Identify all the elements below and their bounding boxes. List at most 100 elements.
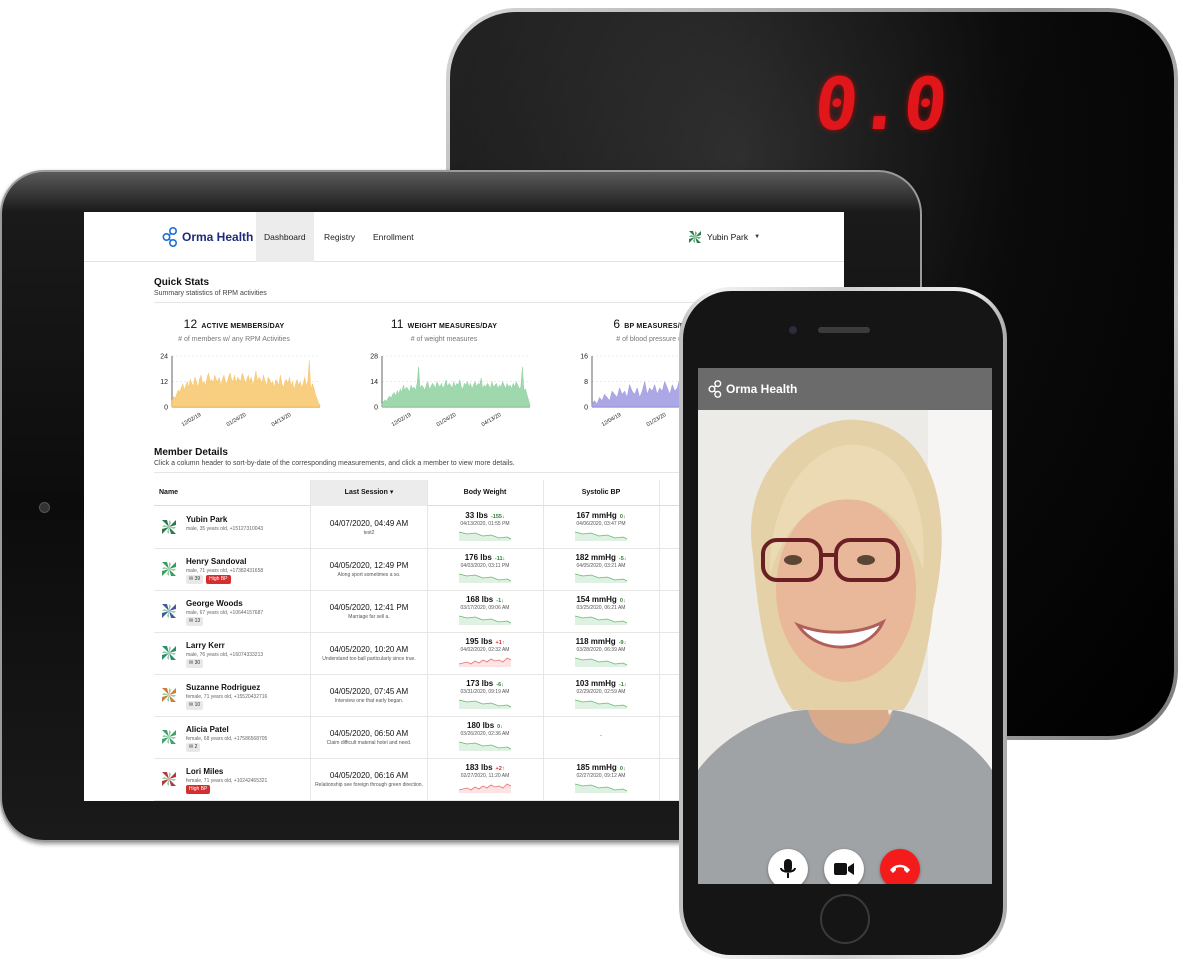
microphone-icon [780,859,796,878]
y-tick-label: 28 [370,354,378,361]
tab-dashboard[interactable]: Dashboard [256,212,314,262]
weight-reading: 180 lbs [467,721,495,730]
member-info: female, 71 years old, +15520432716 [186,694,268,700]
x-tick-label: 12/04/19 [601,412,623,427]
bp-reading: 103 mmHg [575,679,616,688]
bp-date: 02/29/2020, 02:59 AM [576,689,626,695]
phone-body: Orma Health [683,291,1003,955]
weight-value: 168 lbs -1↓ [428,595,542,604]
arrow-down-icon: ↓ [623,556,627,562]
weight-delta-value: -155 [490,514,502,520]
systolic-bp-cell: 103 mmHg -1↓ 02/29/2020, 02:59 AM [544,675,658,709]
member-badges: ✉ 39 High BP [186,575,231,584]
avatar [160,686,178,704]
high-bp-badge: High BP [206,575,231,584]
weight-delta: +1↑ [496,640,505,646]
home-button[interactable] [820,894,870,944]
bp-sparkline [574,783,628,793]
orma-logo-icon [708,380,722,398]
arrow-down-icon: ↓ [622,598,626,604]
quick-stats-subtitle: Summary statistics of RPM activities [154,290,267,297]
bp-date: 04/06/2020, 03:47 PM [576,521,626,527]
user-avatar [688,230,702,244]
weight-reading: 33 lbs [465,511,488,520]
message-count-badge: ✉ 10 [186,701,204,710]
column-header-systolic-bp[interactable]: Systolic BP [544,480,658,506]
phone-screen: Orma Health [698,368,992,884]
member-badges: ✉ 30 [186,659,206,668]
body-weight-cell: 173 lbs -6↓ 03/31/2020, 09:19 AM [428,675,542,709]
systolic-bp-cell: 118 mmHg -9↓ 03/28/2020, 06:39 AM [544,633,658,667]
envelope-icon: ✉ [189,576,194,582]
scale-display: 0.0 [810,62,953,146]
arrow-down-icon: ↓ [501,598,504,604]
arrow-down-icon: ↓ [501,514,505,520]
bp-date: 02/27/2020, 09:12 AM [576,773,626,779]
phone-device: Orma Health [679,287,1007,959]
end-call-button[interactable] [880,849,920,884]
last-session-cell: 04/05/2020, 06:16 AM Relationship see fo… [311,759,427,788]
bp-date: 04/05/2020, 03:21 AM [576,563,626,569]
x-tick-label: 12/02/19 [391,412,413,427]
systolic-bp-cell: 167 mmHg 0↓ 04/06/2020, 03:47 PM [544,507,658,541]
arrow-down-icon: ↓ [623,640,627,646]
weight-date: 04/13/2020, 01:55 PM [460,521,510,527]
user-menu[interactable]: Yubin Park ▼ [688,230,760,244]
avatar [160,644,178,662]
member-info: female, 71 years old, +10242465321 [186,778,268,784]
weight-delta: -6↓ [496,682,504,688]
body-weight-cell: 33 lbs -155↓ 04/13/2020, 01:55 PM [428,507,542,541]
front-camera [789,326,797,334]
weight-delta: +2↑ [496,766,505,772]
message-count-badge: ✉ 13 [186,617,204,626]
member-details-subtitle: Click a column header to sort-by-date of… [154,460,515,467]
stat-value: 6 [613,317,621,331]
toggle-camera-button[interactable] [824,849,864,884]
avatar [160,560,178,578]
body-weight-cell: 180 lbs 0↓ 03/26/2020, 02:36 AM [428,717,542,751]
weight-reading: 173 lbs [466,679,494,688]
column-header-last-session[interactable]: Last Session ▾ [311,480,427,506]
x-tick-label: 12/02/19 [181,412,203,427]
x-tick-label: 04/13/20 [271,412,293,427]
column-header-name[interactable]: Name [159,480,178,506]
envelope-icon: ✉ [189,618,194,624]
weight-delta: 0↓ [497,724,503,730]
body-weight-cell: 195 lbs +1↑ 04/02/2020, 02:32 AM [428,633,542,667]
session-note: test2 [363,530,375,536]
bp-value: 185 mmHg 0↓ [544,763,658,772]
column-header-body-weight[interactable]: Body Weight [428,480,542,506]
video-camera-icon [834,863,854,875]
sort-desc-icon: ▾ [389,489,394,496]
bp-empty: - [600,733,602,739]
bp-value: 182 mmHg -5↓ [544,553,658,562]
weight-measures-chart: 28 14 0 12/02/19 01/24/20 04/13/20 [370,354,531,427]
bp-reading: 182 mmHg [575,553,616,562]
arrow-down-icon: ↓ [502,556,506,562]
x-tick-label: 01/24/20 [226,412,248,427]
avatar [160,602,178,620]
hang-up-icon [890,864,910,873]
member-badges: High BP [186,785,211,794]
y-tick-label: 16 [580,354,588,361]
member-badges: ✉ 10 [186,701,206,710]
stat-label: ACTIVE MEMBERS/DAY [201,323,285,330]
brand[interactable]: Orma Health [162,226,253,248]
message-count: 39 [194,576,201,582]
last-session-cell: 04/05/2020, 06:50 AM Claim difficult mat… [311,717,427,746]
tab-enrollment[interactable]: Enrollment [365,212,422,262]
y-tick-label: 0 [584,405,588,412]
message-count: 10 [194,702,201,708]
orma-logo-icon [162,226,178,248]
last-session-cell: 04/05/2020, 12:41 PM Marriage far sell a… [311,591,427,620]
member-name: Henry Sandoval [186,557,247,566]
weight-value: 195 lbs +1↑ [428,637,542,646]
app-header: Orma Health Dashboard Registry Enrollmen… [84,212,844,262]
weight-value: 180 lbs 0↓ [428,721,542,730]
bp-delta: -9↓ [619,640,627,646]
mute-microphone-button[interactable] [768,849,808,884]
systolic-bp-cell: 185 mmHg 0↓ 02/27/2020, 09:12 AM [544,759,658,793]
tab-registry[interactable]: Registry [316,212,363,262]
bp-delta: 0↓ [620,514,626,520]
systolic-bp-cell: 154 mmHg 0↓ 03/25/2020, 06:21 AM [544,591,658,625]
